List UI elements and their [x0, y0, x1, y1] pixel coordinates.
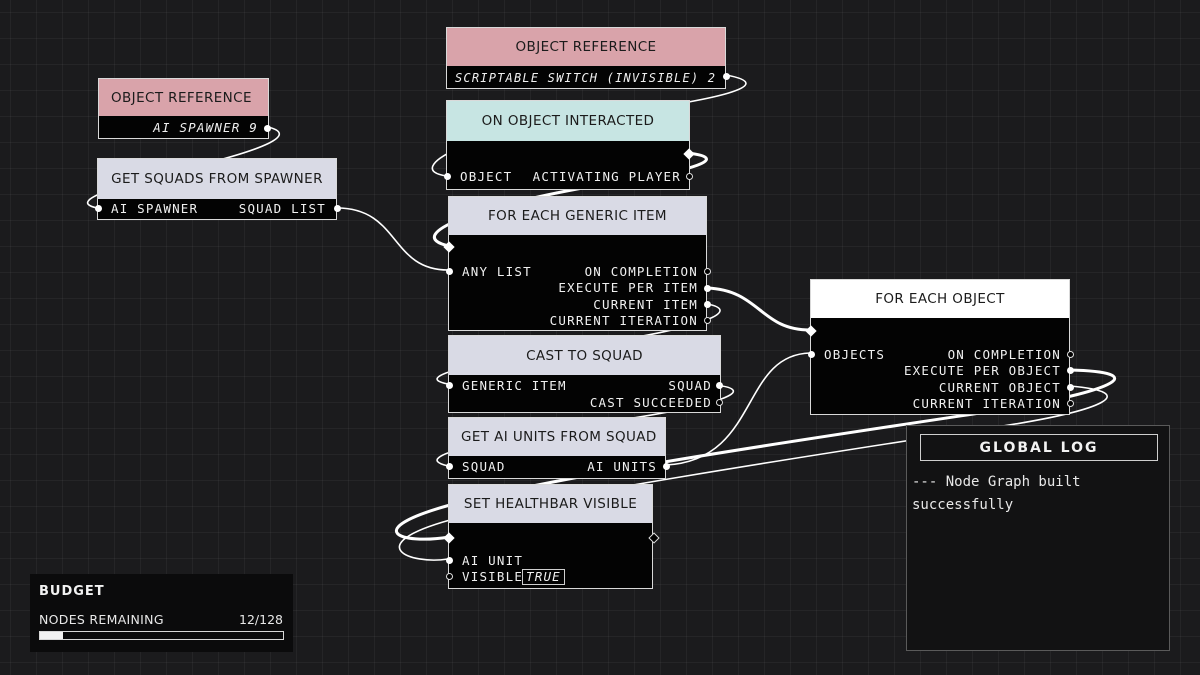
pin-label-execute-per-object: EXECUTE PER OBJECT — [903, 363, 1061, 378]
node-for-each-object[interactable]: FOR EACH OBJECT OBJECTS ON COMPLETION EX… — [805, 279, 1074, 415]
budget-progress-fill — [40, 632, 63, 639]
node-title: SET HEALTHBAR VISIBLE — [463, 496, 638, 512]
exec-output-pin[interactable] — [648, 532, 660, 544]
output-pin-current-item[interactable] — [704, 301, 711, 308]
node-cast-to-squad[interactable]: CAST TO SQUAD GENERIC ITEM SQUAD CAST SU… — [446, 335, 723, 413]
pin-label-any-list: ANY LIST — [462, 264, 532, 279]
output-pin-object[interactable] — [444, 173, 451, 180]
output-pin-execute-per-item[interactable] — [704, 285, 711, 292]
node-header[interactable]: GET AI UNITS FROM SQUAD — [449, 418, 665, 456]
node-for-each-generic-item[interactable]: FOR EACH GENERIC ITEM ANY LIST ON COMPLE… — [443, 196, 711, 331]
nodes-remaining-label: NODES REMAINING — [39, 612, 164, 627]
reference-value: AI SPAWNER 9 — [153, 120, 258, 135]
pin-label-current-item: CURRENT ITEM — [593, 297, 698, 312]
output-pin-reference[interactable] — [723, 73, 730, 80]
pin-label-ai-unit: AI UNIT — [462, 553, 524, 568]
node-title: CAST TO SQUAD — [526, 347, 643, 364]
global-log-title: GLOBAL LOG — [920, 434, 1158, 461]
pin-label-squad-list: SQUAD LIST — [238, 201, 326, 216]
input-pin-any-list[interactable] — [446, 268, 453, 275]
node-header[interactable]: OBJECT REFERENCE — [99, 79, 268, 116]
pin-label-current-iteration: CURRENT ITERATION — [912, 396, 1061, 411]
pin-label-activating-player: ACTIVATING PLAYER — [532, 169, 681, 184]
output-pin-squad-list[interactable] — [334, 205, 341, 212]
node-title: OBJECT REFERENCE — [111, 89, 252, 106]
input-pin-ai-unit[interactable] — [446, 557, 453, 564]
exec-input-pin[interactable] — [443, 532, 455, 544]
output-pin-cast-succeeded[interactable] — [716, 399, 723, 406]
visible-value-field[interactable]: TRUE — [522, 569, 565, 585]
node-header[interactable]: OBJECT REFERENCE — [447, 28, 725, 66]
input-pin-visible[interactable] — [446, 573, 453, 580]
pin-label-squad: SQUAD — [462, 459, 506, 474]
input-pin-objects[interactable] — [808, 351, 815, 358]
exec-output-pin[interactable] — [683, 148, 695, 160]
node-header[interactable]: GET SQUADS FROM SPAWNER — [98, 159, 336, 199]
node-header[interactable]: FOR EACH OBJECT — [811, 280, 1069, 318]
pin-label-objects: OBJECTS — [824, 347, 886, 362]
node-get-squads-from-spawner[interactable]: GET SQUADS FROM SPAWNER AI SPAWNER SQUAD… — [95, 158, 341, 220]
node-object-reference-switch[interactable]: OBJECT REFERENCE SCRIPTABLE SWITCH (INVI… — [446, 27, 730, 89]
output-pin-execute-per-object[interactable] — [1067, 367, 1074, 374]
budget-panel: BUDGET NODES REMAINING 12/128 — [30, 574, 293, 652]
node-header[interactable]: ON OBJECT INTERACTED — [447, 101, 689, 141]
node-object-reference-spawner[interactable]: OBJECT REFERENCE AI SPAWNER 9 — [98, 78, 271, 139]
output-pin-squad[interactable] — [716, 382, 723, 389]
pin-label-ai-units: AI UNITS — [587, 459, 657, 474]
node-header[interactable]: SET HEALTHBAR VISIBLE — [449, 485, 652, 523]
reference-value: SCRIPTABLE SWITCH (INVISIBLE) 2 — [455, 71, 717, 85]
node-title: ON OBJECT INTERACTED — [481, 113, 655, 129]
output-pin-current-object[interactable] — [1067, 384, 1074, 391]
pin-label-ai-spawner: AI SPAWNER — [111, 201, 199, 216]
pin-label-on-completion: ON COMPLETION — [947, 347, 1061, 362]
budget-title: BUDGET — [39, 584, 105, 599]
input-pin-generic-item[interactable] — [446, 382, 453, 389]
output-pin-ai-units[interactable] — [663, 463, 670, 470]
node-set-healthbar-visible[interactable]: SET HEALTHBAR VISIBLE AI UNIT VISIBLE TR… — [443, 484, 660, 589]
budget-progress-bar — [39, 631, 284, 640]
output-pin-current-iteration[interactable] — [704, 317, 711, 324]
wire-exec-per-item — [705, 286, 812, 332]
pin-label-object: OBJECT — [460, 169, 513, 184]
node-title: GET AI UNITS FROM SQUAD — [461, 429, 657, 445]
exec-input-pin[interactable] — [805, 325, 817, 337]
nodes-remaining-value: 12/128 — [239, 612, 283, 627]
output-pin-activating-player[interactable] — [686, 173, 693, 180]
pin-label-squad: SQUAD — [668, 378, 712, 393]
pin-label-visible: VISIBLE — [462, 569, 524, 584]
log-message: --- Node Graph built successfully — [912, 474, 1081, 513]
output-pin-on-completion[interactable] — [704, 268, 711, 275]
exec-input-pin[interactable] — [443, 241, 455, 253]
output-pin-current-iteration[interactable] — [1067, 400, 1074, 407]
output-pin-on-completion[interactable] — [1067, 351, 1074, 358]
input-pin-ai-spawner[interactable] — [95, 205, 102, 212]
node-title: FOR EACH OBJECT — [875, 291, 1005, 307]
node-header[interactable]: CAST TO SQUAD — [449, 336, 720, 375]
pin-label-cast-succeeded: CAST SUCCEEDED — [589, 395, 712, 410]
pin-label-on-completion: ON COMPLETION — [584, 264, 698, 279]
node-title: FOR EACH GENERIC ITEM — [488, 208, 667, 224]
wire-squad-list — [336, 207, 449, 271]
pin-label-current-object: CURRENT OBJECT — [938, 380, 1061, 395]
pin-label-current-iteration: CURRENT ITERATION — [549, 313, 698, 328]
pin-label-execute-per-item: EXECUTE PER ITEM — [558, 280, 698, 295]
node-title: GET SQUADS FROM SPAWNER — [111, 171, 323, 187]
pin-label-generic-item: GENERIC ITEM — [462, 378, 567, 393]
node-title: OBJECT REFERENCE — [515, 39, 657, 55]
input-pin-squad[interactable] — [446, 463, 453, 470]
node-header[interactable]: FOR EACH GENERIC ITEM — [449, 197, 706, 235]
global-log-panel: GLOBAL LOG --- Node Graph built successf… — [906, 425, 1170, 651]
output-pin-reference[interactable] — [264, 125, 271, 132]
node-get-ai-units-from-squad[interactable]: GET AI UNITS FROM SQUAD SQUAD AI UNITS — [446, 417, 670, 479]
node-on-object-interacted[interactable]: ON OBJECT INTERACTED OBJECT ACTIVATING P… — [444, 100, 695, 190]
